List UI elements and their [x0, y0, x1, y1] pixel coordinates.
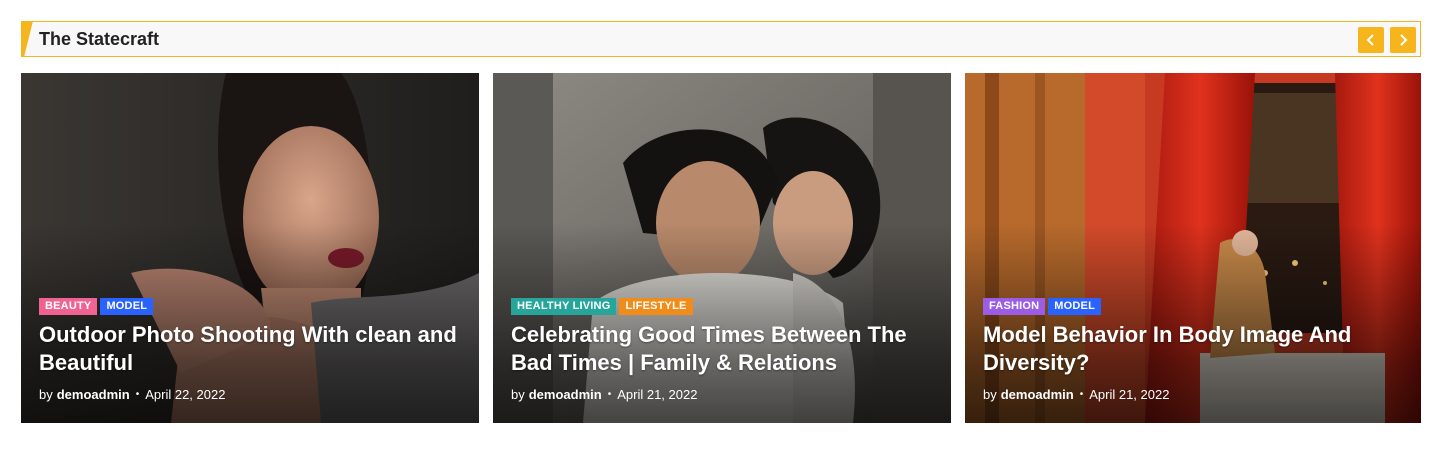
- post-date[interactable]: April 21, 2022: [1089, 387, 1169, 402]
- tag-model[interactable]: Model: [1048, 298, 1102, 315]
- post-card[interactable]: Healthy Living Lifestyle Celebrating Goo…: [493, 73, 951, 423]
- post-card[interactable]: Fashion Model Model Behavior In Body Ima…: [965, 73, 1421, 423]
- section-title: The Statecraft: [39, 29, 160, 49]
- post-author[interactable]: demoadmin: [529, 387, 602, 402]
- post-tags: Fashion Model: [983, 298, 1102, 315]
- by-label: by: [39, 387, 53, 402]
- by-label: by: [983, 387, 997, 402]
- tag-model[interactable]: Model: [100, 298, 154, 315]
- carousel-next-button[interactable]: [1390, 27, 1416, 53]
- post-meta: by demoadmin • April 21, 2022: [511, 387, 697, 402]
- tag-lifestyle[interactable]: Lifestyle: [619, 298, 693, 315]
- meta-separator: •: [135, 389, 140, 400]
- post-author[interactable]: demoadmin: [1001, 387, 1074, 402]
- meta-separator: •: [607, 389, 612, 400]
- tag-fashion[interactable]: Fashion: [983, 298, 1046, 315]
- chevron-right-icon: [1400, 34, 1408, 46]
- post-date[interactable]: April 22, 2022: [145, 387, 225, 402]
- post-tags: Beauty Model: [39, 298, 154, 315]
- post-author[interactable]: demoadmin: [57, 387, 130, 402]
- by-label: by: [511, 387, 525, 402]
- post-card[interactable]: Beauty Model Outdoor Photo Shooting With…: [21, 73, 479, 423]
- post-title[interactable]: Outdoor Photo Shooting With clean and Be…: [39, 321, 469, 377]
- section-header: The Statecraft: [21, 21, 1421, 57]
- tag-healthy-living[interactable]: Healthy Living: [511, 298, 617, 315]
- post-tags: Healthy Living Lifestyle: [511, 298, 693, 315]
- tag-beauty[interactable]: Beauty: [39, 298, 98, 315]
- post-date[interactable]: April 21, 2022: [617, 387, 697, 402]
- chevron-left-icon: [1366, 34, 1374, 46]
- carousel-prev-button[interactable]: [1358, 27, 1384, 53]
- post-meta: by demoadmin • April 22, 2022: [39, 387, 225, 402]
- post-meta: by demoadmin • April 21, 2022: [983, 387, 1169, 402]
- post-title[interactable]: Model Behavior In Body Image And Diversi…: [983, 321, 1413, 377]
- meta-separator: •: [1079, 389, 1084, 400]
- header-accent: [21, 21, 33, 57]
- post-title[interactable]: Celebrating Good Times Between The Bad T…: [511, 321, 941, 377]
